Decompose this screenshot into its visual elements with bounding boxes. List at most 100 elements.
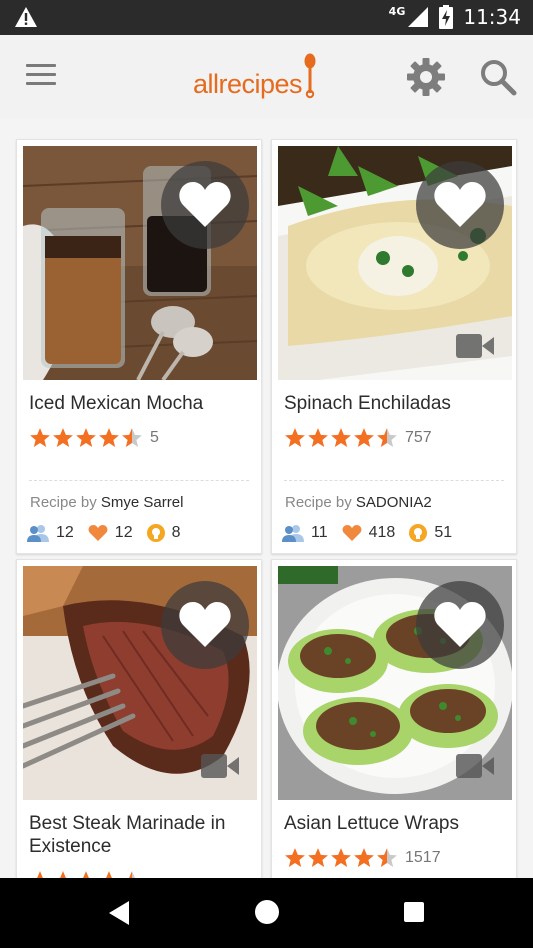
video-camera-icon <box>456 754 494 778</box>
favorite-button[interactable] <box>161 161 249 249</box>
battery-charging-icon <box>439 5 454 29</box>
rating-stars: 757 <box>284 427 432 449</box>
recipe-title[interactable]: Spinach Enchiladas <box>284 392 506 415</box>
star-icons <box>284 847 399 869</box>
recipe-grid: Iced Mexican Mocha 5 Recipe by Smye Sarr… <box>0 118 533 878</box>
logo-text: allrecipes <box>193 69 303 99</box>
star-icon <box>354 848 374 868</box>
star-icon <box>285 848 305 868</box>
recipe-photo[interactable] <box>278 566 512 800</box>
app-logo[interactable]: allrecipes <box>193 53 317 99</box>
recipe-stats: 11 418 51 <box>282 524 466 542</box>
star-icons <box>284 427 399 449</box>
star-icon <box>81 871 91 878</box>
recipe-title[interactable]: Iced Mexican Mocha <box>29 392 251 415</box>
star-icon <box>99 428 119 448</box>
made-it-count: 11 <box>311 524 328 541</box>
star-icon <box>331 428 351 448</box>
favorite-button[interactable] <box>161 581 249 669</box>
recipe-card[interactable]: Spinach Enchiladas 757 Recipe by SADONIA… <box>271 139 517 554</box>
star-icon <box>122 428 142 448</box>
made-it-stat: 12 <box>27 524 74 542</box>
video-camera-icon <box>201 754 239 778</box>
rating-count: 1517 <box>405 849 441 866</box>
recipe-card[interactable]: Iced Mexican Mocha 5 Recipe by Smye Sarr… <box>16 139 262 554</box>
favorites-count: 418 <box>368 524 396 541</box>
tips-stat: 8 <box>146 524 181 542</box>
heart-icon <box>434 182 486 227</box>
star-icon <box>35 871 45 878</box>
system-nav-bar <box>0 878 533 948</box>
star-icon <box>104 871 114 878</box>
star-icon <box>331 848 351 868</box>
divider <box>284 480 504 481</box>
status-bar: 4G 11:34 <box>0 0 533 35</box>
recipe-card[interactable]: Asian Lettuce Wraps 1517 <box>271 559 517 878</box>
star-icon <box>377 848 397 868</box>
recipe-photo[interactable] <box>23 146 257 380</box>
clock: 11:34 <box>463 5 521 29</box>
star-icons <box>29 870 144 878</box>
author-name[interactable]: SADONIA2 <box>356 494 432 511</box>
recipe-card[interactable]: Best Steak Marinade in Existence <box>16 559 262 878</box>
heart-icon <box>179 602 231 647</box>
app-bar: allrecipes <box>0 35 533 118</box>
star-icon <box>308 428 328 448</box>
favorites-stat: 418 <box>342 524 396 542</box>
favorites-stat: 12 <box>88 524 133 542</box>
recipe-title[interactable]: Asian Lettuce Wraps <box>284 812 506 835</box>
rating-count: 5 <box>150 429 159 446</box>
star-icon <box>53 428 73 448</box>
tips-count: 8 <box>171 524 181 541</box>
star-icon <box>377 428 397 448</box>
star-icons <box>29 427 144 449</box>
byline-prefix: Recipe by <box>285 494 352 511</box>
recipe-stats: 12 12 8 <box>27 524 195 542</box>
recipe-byline: Recipe by SADONIA2 <box>285 494 432 511</box>
tips-count: 51 <box>434 524 453 541</box>
lightbulb-icon <box>409 524 428 542</box>
star-icon <box>58 871 68 878</box>
network-type: 4G <box>388 4 406 18</box>
star-icon <box>308 848 328 868</box>
home-icon[interactable] <box>254 899 280 925</box>
heart-icon <box>88 525 108 541</box>
recents-icon[interactable] <box>403 901 425 923</box>
favorite-button[interactable] <box>416 581 504 669</box>
divider <box>29 480 249 481</box>
heart-icon <box>434 602 486 647</box>
rating-stars <box>29 870 150 878</box>
favorite-button[interactable] <box>416 161 504 249</box>
heart-icon <box>342 525 362 541</box>
recipe-photo[interactable] <box>278 146 512 380</box>
menu-icon <box>26 64 56 67</box>
tips-stat: 51 <box>409 524 452 542</box>
gear-icon[interactable] <box>406 57 446 97</box>
warning-icon <box>15 7 37 27</box>
author-name[interactable]: Smye Sarrel <box>101 494 184 511</box>
recipe-title[interactable]: Best Steak Marinade in Existence <box>29 812 251 858</box>
made-it-stat: 11 <box>282 524 328 542</box>
recipe-photo[interactable] <box>23 566 257 800</box>
signal-icon <box>408 7 429 27</box>
made-it-count: 12 <box>56 524 74 541</box>
recipe-byline: Recipe by Smye Sarrel <box>30 494 183 511</box>
star-icon <box>285 428 305 448</box>
people-icon <box>282 525 304 542</box>
spoon-icon <box>304 53 316 99</box>
menu-button[interactable] <box>26 64 56 88</box>
search-icon[interactable] <box>479 58 517 96</box>
star-icon <box>30 428 50 448</box>
people-icon <box>27 525 49 542</box>
back-icon[interactable] <box>107 900 131 926</box>
lightbulb-icon <box>146 524 165 542</box>
video-camera-icon <box>456 334 494 358</box>
rating-count: 757 <box>405 429 432 446</box>
star-icon <box>127 871 137 878</box>
star-icon <box>76 428 96 448</box>
heart-icon <box>179 182 231 227</box>
star-icon <box>354 428 374 448</box>
rating-stars: 5 <box>29 427 159 449</box>
byline-prefix: Recipe by <box>30 494 97 511</box>
rating-stars: 1517 <box>284 847 441 869</box>
